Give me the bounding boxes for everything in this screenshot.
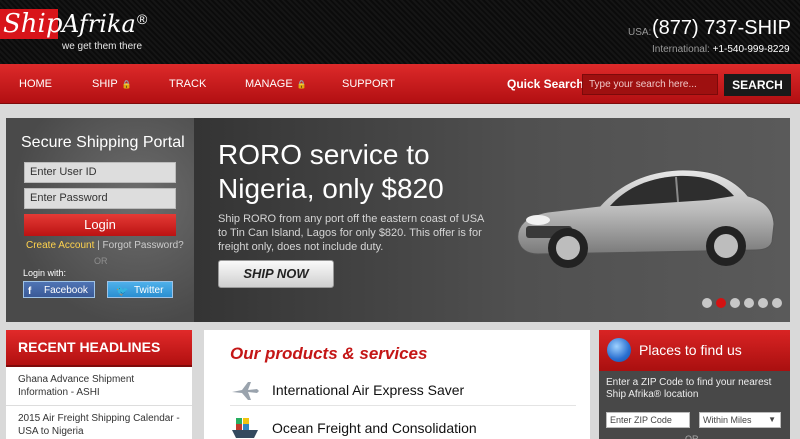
- twitter-label: Twitter: [134, 285, 164, 296]
- location-finder-panel: Places to find us Enter a ZIP Code to fi…: [599, 330, 790, 439]
- main-nav: HOME SHIP 🔒 TRACK MANAGE 🔒 SUPPORT Quick S…: [0, 64, 800, 104]
- globe-icon: [607, 338, 631, 362]
- link-separator: |: [97, 240, 100, 251]
- locator-title: Places to find us: [639, 342, 742, 358]
- logo-ship[interactable]: Ship: [0, 9, 63, 39]
- product-ocean-freight[interactable]: Ocean Freight and Consolidation: [230, 414, 576, 439]
- login-button[interactable]: Login: [24, 214, 176, 236]
- locator-or: OR: [685, 434, 699, 439]
- cargo-ship-icon: [232, 418, 258, 438]
- slide-dot[interactable]: [772, 298, 782, 308]
- product-air-express[interactable]: International Air Express Saver: [230, 376, 576, 406]
- international-phone: International: +1-540-999-8229: [652, 44, 790, 55]
- radius-select[interactable]: Within Miles ▼: [699, 412, 781, 428]
- logo-afrika[interactable]: Afrika: [62, 10, 136, 38]
- products-title: Our products & services: [230, 344, 428, 363]
- car-image: [517, 169, 775, 268]
- ship-now-button[interactable]: SHIP NOW: [218, 260, 334, 288]
- headline-item[interactable]: 2015 Air Freight Shipping Calendar - USA…: [6, 406, 192, 439]
- user-id-field[interactable]: Enter User ID: [24, 162, 176, 183]
- nav-manage-label: MANAGE: [245, 78, 293, 90]
- logo-tagline: we get them there: [62, 41, 143, 52]
- products-panel: Our products & services International Ai…: [204, 330, 590, 439]
- secure-portal-panel: Secure Shipping Portal Enter User ID Ent…: [6, 118, 194, 322]
- product-label: Ocean Freight and Consolidation: [272, 420, 477, 436]
- slide-dot[interactable]: [716, 298, 726, 308]
- slide-dot[interactable]: [758, 298, 768, 308]
- twitter-icon: 🐦: [116, 286, 129, 297]
- zip-code-input[interactable]: Enter ZIP Code: [606, 412, 690, 428]
- portal-title: Secure Shipping Portal: [21, 134, 185, 151]
- account-links: Create Account | Forgot Password?: [26, 240, 184, 251]
- locator-description: Enter a ZIP Code to find your nearest Sh…: [606, 377, 772, 400]
- slide-dot[interactable]: [702, 298, 712, 308]
- quick-search-label: Quick Search :: [507, 77, 592, 91]
- nav-home-label: HOME: [19, 78, 52, 90]
- promo-body: Ship RORO from any port off the eastern …: [218, 213, 484, 253]
- nav-ship-label: SHIP: [92, 78, 118, 90]
- or-divider: OR: [94, 256, 108, 266]
- facebook-icon: f: [28, 286, 32, 297]
- forgot-password-link[interactable]: Forgot Password?: [103, 240, 184, 251]
- hero-banner: Secure Shipping Portal Enter User ID Ent…: [6, 118, 790, 322]
- logo-registered-mark: ®: [137, 11, 148, 27]
- quick-search-input[interactable]: [582, 74, 718, 95]
- nav-track-label: TRACK: [169, 78, 207, 90]
- site-header: Ship Afrika ® we get them there USA: (87…: [0, 0, 800, 64]
- twitter-login-button[interactable]: 🐦 Twitter: [107, 281, 173, 298]
- radius-select-value: Within Miles: [703, 415, 752, 425]
- slide-dot[interactable]: [744, 298, 754, 308]
- usa-phone-label: USA:: [628, 27, 652, 38]
- chevron-down-icon: ▼: [768, 415, 776, 424]
- create-account-link[interactable]: Create Account: [26, 240, 94, 251]
- facebook-label: Facebook: [44, 285, 88, 296]
- intl-phone-number[interactable]: +1-540-999-8229: [713, 44, 790, 55]
- search-button[interactable]: SEARCH: [724, 74, 791, 96]
- intl-phone-label: International:: [652, 44, 710, 55]
- lock-icon: 🔒: [121, 80, 132, 89]
- promo-title: RORO service to Nigeria, only $820: [218, 139, 444, 204]
- locator-header: Places to find us: [599, 330, 790, 371]
- slide-dot[interactable]: [730, 298, 740, 308]
- nav-home[interactable]: HOME: [19, 64, 52, 104]
- lock-icon: 🔒: [296, 80, 307, 89]
- product-label: International Air Express Saver: [272, 382, 465, 398]
- promo-slide: RORO service to Nigeria, only $820 Ship …: [194, 118, 790, 322]
- usa-phone-number[interactable]: (877) 737-SHIP: [652, 17, 791, 40]
- nav-track[interactable]: TRACK: [169, 64, 206, 104]
- headlines-title: RECENT HEADLINES: [6, 330, 192, 367]
- facebook-login-button[interactable]: f Facebook: [23, 281, 95, 298]
- login-with-label: Login with:: [23, 268, 67, 278]
- nav-support[interactable]: SUPPORT: [342, 64, 395, 104]
- recent-headlines-panel: RECENT HEADLINES Ghana Advance Shipment …: [6, 330, 192, 439]
- nav-support-label: SUPPORT: [342, 78, 395, 90]
- password-field[interactable]: Enter Password: [24, 188, 176, 209]
- nav-manage[interactable]: MANAGE 🔒: [245, 64, 307, 104]
- headline-item[interactable]: Ghana Advance Shipment Information - ASH…: [6, 367, 192, 406]
- nav-ship[interactable]: SHIP 🔒: [92, 64, 132, 104]
- airplane-icon: [232, 382, 259, 400]
